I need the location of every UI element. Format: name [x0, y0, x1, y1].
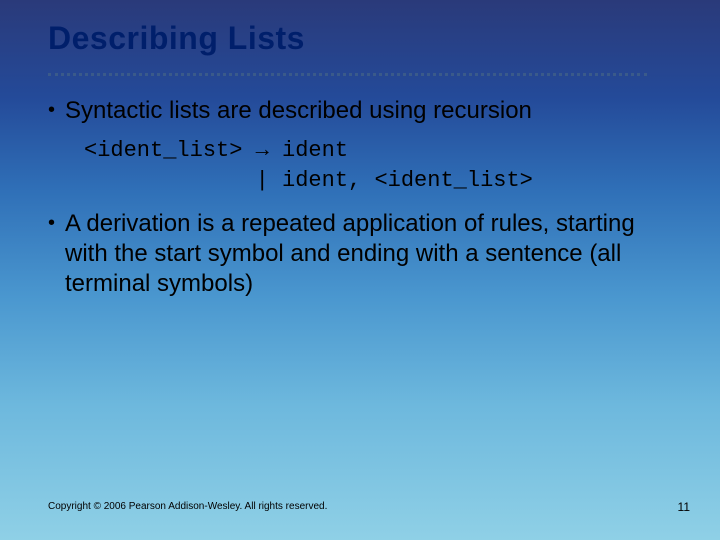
bullet-item: Syntactic lists are described using recu… — [48, 96, 672, 126]
page-title: Describing Lists — [48, 20, 672, 57]
bullet-list: A derivation is a repeated application o… — [48, 209, 672, 299]
code-line: | ident, <ident_list> — [84, 168, 533, 193]
code-block: <ident_list> → ident | ident, <ident_lis… — [84, 136, 672, 195]
bullet-text: A derivation is a repeated application o… — [65, 209, 672, 299]
page-number: 11 — [678, 500, 690, 514]
bullet-text: Syntactic lists are described using recu… — [65, 96, 532, 126]
divider — [48, 73, 647, 76]
copyright-footer: Copyright © 2006 Pearson Addison-Wesley.… — [48, 501, 327, 512]
slide: Describing Lists Syntactic lists are des… — [0, 0, 720, 540]
bullet-item: A derivation is a repeated application o… — [48, 209, 672, 299]
bullet-list: Syntactic lists are described using recu… — [48, 96, 672, 126]
code-line: <ident_list> → ident — [84, 138, 348, 163]
